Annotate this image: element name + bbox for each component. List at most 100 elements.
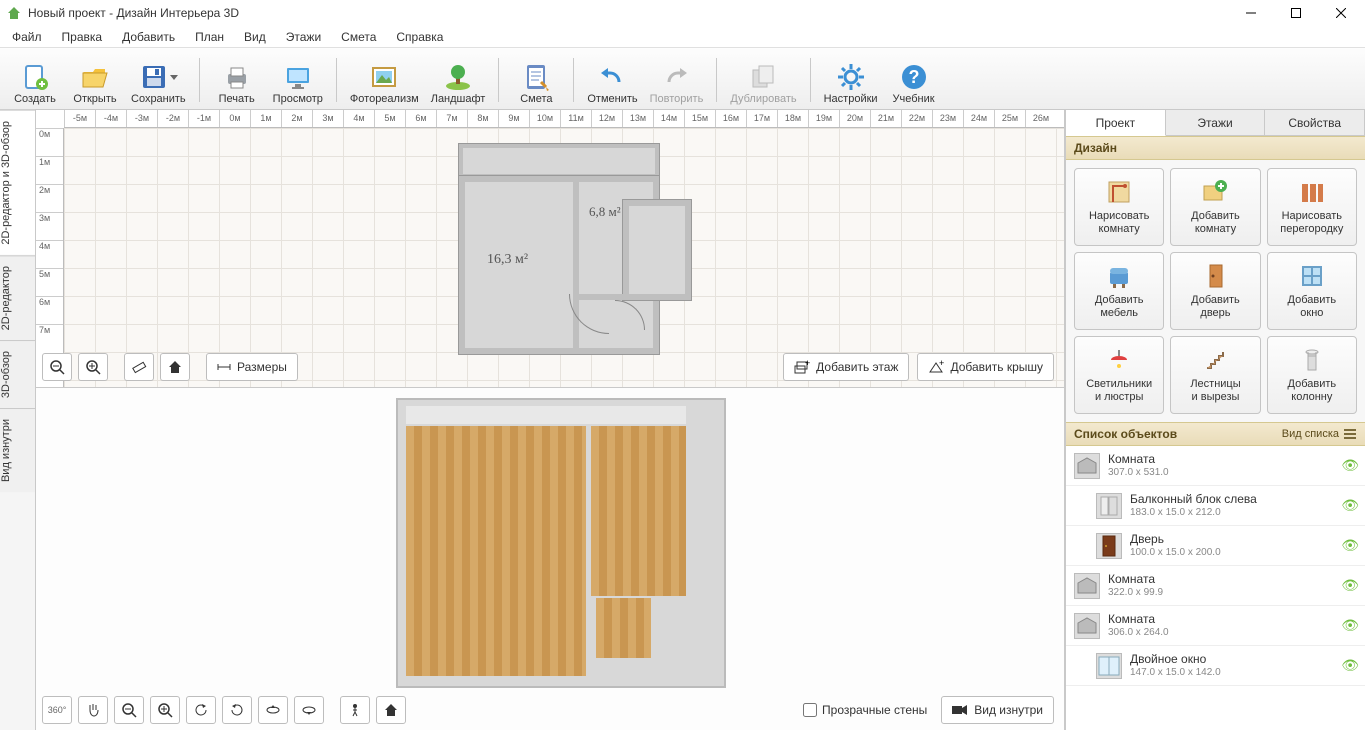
tilt-up-button[interactable] xyxy=(258,696,288,724)
design-tools-grid: НарисоватькомнатуДобавитькомнатуНарисова… xyxy=(1066,160,1365,422)
add-floor-button[interactable]: + Добавить этаж xyxy=(783,353,909,381)
maximize-button[interactable] xyxy=(1273,0,1318,26)
open-label: Открыть xyxy=(73,93,116,105)
right-tab-Свойства[interactable]: Свойства xyxy=(1265,110,1365,135)
menu-Вид[interactable]: Вид xyxy=(234,28,276,46)
balcony-room[interactable] xyxy=(459,144,659,178)
design-card-1[interactable]: Добавитькомнату xyxy=(1170,168,1260,246)
menu-Справка[interactable]: Справка xyxy=(386,28,453,46)
preview-icon xyxy=(282,61,314,93)
minimize-button[interactable] xyxy=(1228,0,1273,26)
add-roof-button[interactable]: +Добавить крышу xyxy=(917,353,1054,381)
canvas-column: -5м-4м-3м-2м-1м0м1м2м3м4м5м6м7м8м9м10м11… xyxy=(36,110,1065,730)
rotate-360-button[interactable]: 360° xyxy=(42,696,72,724)
floor-plan[interactable]: 16,3 м² 6,8 м² xyxy=(459,144,659,354)
home-button[interactable] xyxy=(160,353,190,381)
tutorial-button[interactable]: ?Учебник xyxy=(885,52,943,108)
objects-list[interactable]: Комната307.0 x 531.0👁Балконный блок слев… xyxy=(1066,446,1365,730)
view-mode-label: Вид списка xyxy=(1282,428,1339,440)
landscape-label: Ландшафт xyxy=(431,93,486,105)
undo-label: Отменить xyxy=(587,93,637,105)
object-row-5[interactable]: Двойное окно147.0 x 15.0 x 142.0👁 xyxy=(1066,646,1365,686)
3d-model[interactable] xyxy=(396,398,726,688)
design-card-0[interactable]: Нарисоватькомнату xyxy=(1074,168,1164,246)
landscape-button[interactable]: Ландшафт xyxy=(426,52,491,108)
close-button[interactable] xyxy=(1318,0,1363,26)
open-button[interactable]: Открыть xyxy=(66,52,124,108)
tilt-down-button[interactable] xyxy=(294,696,324,724)
menu-Добавить[interactable]: Добавить xyxy=(112,28,185,46)
view-tab-1[interactable]: 2D-редактор xyxy=(0,255,35,340)
walk-button[interactable] xyxy=(340,696,370,724)
estimate-button[interactable]: Смета xyxy=(507,52,565,108)
orbit-left-button[interactable] xyxy=(186,696,216,724)
save-label: Сохранить xyxy=(131,93,186,105)
settings-button[interactable]: Настройки xyxy=(819,52,883,108)
zoom-out-button[interactable] xyxy=(42,353,72,381)
sizes-label: Размеры xyxy=(237,360,287,374)
side-room[interactable] xyxy=(623,200,691,300)
object-row-2[interactable]: Дверь100.0 x 15.0 x 200.0👁 xyxy=(1066,526,1365,566)
zoom-in-3d-button[interactable] xyxy=(150,696,180,724)
object-row-1[interactable]: Балконный блок слева183.0 x 15.0 x 212.0… xyxy=(1066,486,1365,526)
transparent-walls-checkbox[interactable]: Прозрачные стены xyxy=(803,703,927,717)
visibility-icon[interactable]: 👁 xyxy=(1341,617,1359,634)
2d-grid[interactable]: 16,3 м² 6,8 м² xyxy=(64,128,1064,387)
photoreal-button[interactable]: Фотореализм xyxy=(345,52,424,108)
create-button[interactable]: Создать xyxy=(6,52,64,108)
ruler-vertical: 0м1м2м3м4м5м6м7м xyxy=(36,128,64,387)
view-tab-3[interactable]: Вид изнутри xyxy=(0,408,35,492)
add-floor-label: Добавить этаж xyxy=(816,360,898,374)
design-card-4[interactable]: Добавитьдверь xyxy=(1170,252,1260,330)
3d-view-pane[interactable]: 360° Прозрачные стены Вид изнутри xyxy=(36,388,1064,730)
view-tab-0[interactable]: 2D-редактор и 3D-обзор xyxy=(0,110,35,255)
preview-label: Просмотр xyxy=(273,93,323,105)
print-button[interactable]: Печать xyxy=(208,52,266,108)
right-tab-Этажи[interactable]: Этажи xyxy=(1166,110,1266,135)
svg-text:+: + xyxy=(805,360,810,368)
visibility-icon[interactable]: 👁 xyxy=(1341,577,1359,594)
home-3d-button[interactable] xyxy=(376,696,406,724)
object-row-0[interactable]: Комната307.0 x 531.0👁 xyxy=(1066,446,1365,486)
visibility-icon[interactable]: 👁 xyxy=(1341,657,1359,674)
design-card-5[interactable]: Добавитьокно xyxy=(1267,252,1357,330)
design-card-7[interactable]: Лестницыи вырезы xyxy=(1170,336,1260,414)
right-tab-Проект[interactable]: Проект xyxy=(1066,110,1166,136)
inside-view-button[interactable]: Вид изнутри xyxy=(941,696,1054,724)
save-button[interactable]: Сохранить xyxy=(126,52,191,108)
menu-Правка[interactable]: Правка xyxy=(52,28,113,46)
object-row-4[interactable]: Комната306.0 x 264.0👁 xyxy=(1066,606,1365,646)
menu-Смета[interactable]: Смета xyxy=(331,28,386,46)
zoom-in-button[interactable] xyxy=(78,353,108,381)
visibility-icon[interactable]: 👁 xyxy=(1341,537,1359,554)
object-dims: 307.0 x 531.0 xyxy=(1108,467,1341,479)
inner-wall-v[interactable] xyxy=(573,180,579,354)
design-card-icon xyxy=(1105,262,1133,290)
app-icon xyxy=(6,5,22,21)
visibility-icon[interactable]: 👁 xyxy=(1341,457,1359,474)
menu-Файл[interactable]: Файл xyxy=(2,28,52,46)
object-thumb xyxy=(1096,493,1122,519)
menu-План[interactable]: План xyxy=(185,28,234,46)
menu-Этажи[interactable]: Этажи xyxy=(276,28,331,46)
object-row-3[interactable]: Комната322.0 x 99.9👁 xyxy=(1066,566,1365,606)
sizes-button[interactable]: Размеры xyxy=(206,353,298,381)
undo-button[interactable]: Отменить xyxy=(582,52,642,108)
design-card-3[interactable]: Добавитьмебель xyxy=(1074,252,1164,330)
room-area-large: 16,3 м² xyxy=(487,252,528,268)
tutorial-icon: ? xyxy=(898,61,930,93)
object-thumb xyxy=(1096,653,1122,679)
view-mode-toggle[interactable]: Вид списка xyxy=(1282,427,1357,441)
view-tab-2[interactable]: 3D-обзор xyxy=(0,340,35,408)
measure-button[interactable] xyxy=(124,353,154,381)
design-card-6[interactable]: Светильникии люстры xyxy=(1074,336,1164,414)
2d-editor-pane[interactable]: -5м-4м-3м-2м-1м0м1м2м3м4м5м6м7м8м9м10м11… xyxy=(36,110,1064,388)
zoom-out-3d-button[interactable] xyxy=(114,696,144,724)
orbit-right-button[interactable] xyxy=(222,696,252,724)
list-view-icon xyxy=(1343,427,1357,441)
design-card-8[interactable]: Добавитьколонну xyxy=(1267,336,1357,414)
visibility-icon[interactable]: 👁 xyxy=(1341,497,1359,514)
preview-button[interactable]: Просмотр xyxy=(268,52,328,108)
design-card-2[interactable]: Нарисоватьперегородку xyxy=(1267,168,1357,246)
pan-button[interactable] xyxy=(78,696,108,724)
